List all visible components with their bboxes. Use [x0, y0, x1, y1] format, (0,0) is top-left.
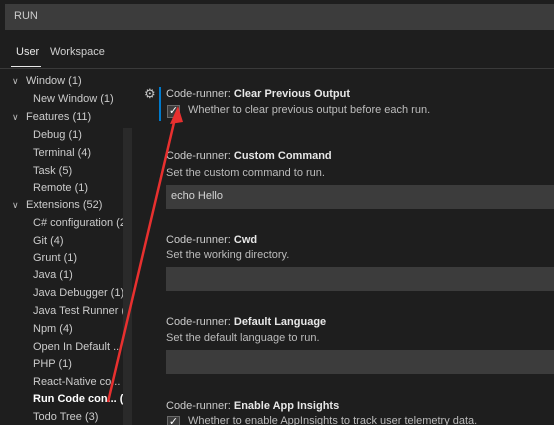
toc-scrollbar[interactable] — [123, 128, 132, 425]
settings-list: ⚙ Code-runner: Clear Previous Output ✓ W… — [134, 69, 554, 425]
active-tab-indicator — [11, 66, 41, 67]
tree-item-terminal[interactable]: Terminal (4) — [33, 144, 91, 162]
tree-item-todo-tree[interactable]: Todo Tree (3) — [33, 408, 98, 425]
checkmark-icon: ✓ — [168, 416, 179, 425]
tree-item-task[interactable]: Task (5) — [33, 162, 72, 180]
tab-workspace[interactable]: Workspace — [50, 46, 105, 58]
tree-item-java-test-runner[interactable]: Java Test Runner (8) — [33, 302, 132, 320]
enable-app-insights-checkbox[interactable]: ✓ — [167, 416, 180, 425]
tree-item-git[interactable]: Git (4) — [33, 232, 64, 250]
custom-command-input[interactable]: echo Hello — [166, 185, 554, 209]
tree-item-grunt[interactable]: Grunt (1) — [33, 249, 77, 267]
tree-item-window[interactable]: ∨ Window (1) — [12, 72, 82, 90]
settings-scope-tabs: User Workspace — [0, 38, 554, 68]
search-value: RUN — [14, 10, 38, 22]
setting-title-enable-app-insights: Code-runner: Enable App Insights — [166, 400, 340, 412]
tab-user[interactable]: User — [16, 46, 39, 58]
cwd-input[interactable] — [166, 267, 554, 291]
tree-item-open-in-default[interactable]: Open In Default ... (1) — [33, 338, 132, 356]
chevron-down-icon: ∨ — [12, 112, 19, 122]
enable-app-insights-description: Whether to enable AppInsights to track u… — [188, 415, 478, 425]
tree-item-react-native[interactable]: React-Native co... (4) — [33, 373, 132, 391]
tree-item-php[interactable]: PHP (1) — [33, 355, 72, 373]
focused-setting-indicator — [159, 87, 161, 121]
setting-title-clear-previous-output: Code-runner: Clear Previous Output — [166, 88, 351, 100]
tree-item-csharp[interactable]: C# configuration (2) — [33, 214, 130, 232]
tree-item-extensions[interactable]: ∨ Extensions (52) — [12, 196, 102, 214]
default-language-description: Set the default language to run. — [166, 332, 320, 344]
settings-search-input[interactable]: RUN — [5, 4, 554, 30]
cwd-description: Set the working directory. — [166, 249, 290, 261]
custom-command-value: echo Hello — [171, 190, 223, 202]
tree-item-new-window[interactable]: New Window (1) — [33, 90, 114, 108]
chevron-down-icon: ∨ — [12, 200, 19, 210]
tree-item-java[interactable]: Java (1) — [33, 266, 73, 284]
tree-item-npm[interactable]: Npm (4) — [33, 320, 73, 338]
custom-command-description: Set the custom command to run. — [166, 167, 325, 179]
settings-toc-tree: ∨ Window (1) New Window (1) ∨ Features (11… — [0, 69, 132, 425]
clear-previous-output-checkbox[interactable]: ✓ — [167, 105, 180, 118]
clear-previous-output-description: Whether to clear previous output before … — [188, 104, 431, 116]
tree-item-features[interactable]: ∨ Features (11) — [12, 108, 91, 126]
tree-item-java-debugger[interactable]: Java Debugger (1) — [33, 284, 124, 302]
setting-title-cwd: Code-runner: Cwd — [166, 234, 258, 246]
default-language-input[interactable] — [166, 350, 554, 374]
gear-icon[interactable]: ⚙ — [144, 87, 158, 101]
tree-item-remote[interactable]: Remote (1) — [33, 179, 88, 197]
checkmark-icon: ✓ — [168, 105, 179, 117]
setting-title-custom-command: Code-runner: Custom Command — [166, 150, 332, 162]
setting-title-default-language: Code-runner: Default Language — [166, 316, 327, 328]
chevron-down-icon: ∨ — [12, 76, 19, 86]
tree-item-debug[interactable]: Debug (1) — [33, 126, 82, 144]
tree-item-run-code[interactable]: Run Code con... (22) — [33, 390, 132, 408]
